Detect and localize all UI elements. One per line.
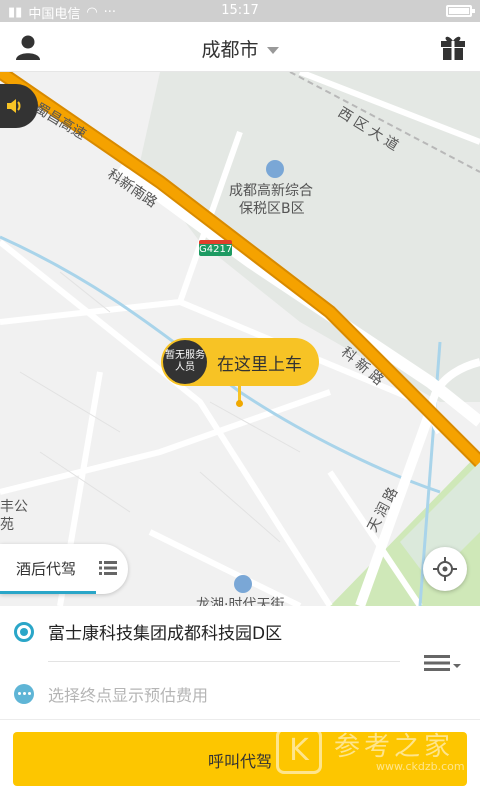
origin-dot-icon [14, 622, 34, 642]
pin-icon [236, 386, 243, 407]
list-icon [99, 561, 117, 575]
poi-label-bonded: 成都高新综合 [229, 183, 313, 199]
crosshair-icon [433, 557, 457, 581]
watermark-url: www.ckdzb.com [376, 760, 465, 773]
divider [0, 719, 480, 720]
city-selector[interactable]: 成都市 [0, 35, 480, 62]
destination-dot-icon [14, 684, 34, 704]
battery-icon [446, 5, 475, 17]
highway-shield: G4217 [199, 240, 232, 256]
poi-label-bonded-2: 保税区B区 [239, 201, 305, 217]
poi-label-longhu: 龙湖·时代天街 [196, 597, 285, 606]
speaker-icon [7, 99, 21, 113]
gift-icon[interactable] [440, 33, 466, 61]
shopping-icon [234, 575, 252, 593]
status-bar: ▮▮ 中国电信 ◠ ··· 15:17 [0, 0, 480, 22]
poi-label-garden-2: 苑 [0, 517, 14, 533]
pickup-status-badge: 暂无服务人员 [163, 340, 207, 384]
menu-icon[interactable] [424, 654, 464, 672]
status-time: 15:17 [221, 3, 259, 18]
service-mode-underline [0, 591, 96, 594]
dropdown-caret-icon [266, 47, 279, 54]
divider [48, 661, 400, 662]
origin-address[interactable]: 富士康科技集团成都科技园D区 [48, 619, 282, 644]
watermark: K 参考之家 www.ckdzb.com [276, 724, 476, 778]
service-mode-label: 酒后代驾 [16, 560, 77, 578]
locate-button[interactable] [423, 547, 467, 591]
poi-label-garden-1: 丰公 [0, 499, 28, 515]
city-name: 成都市 [201, 39, 259, 61]
pickup-marker[interactable]: 暂无服务人员 在这里上车 [161, 338, 319, 407]
watermark-text: 参考之家 [334, 732, 455, 762]
pickup-label: 在这里上车 [217, 355, 302, 375]
destination-input[interactable]: 选择终点显示预估费用 [48, 682, 208, 706]
watermark-logo: K [276, 728, 322, 774]
top-bar: 成都市 [0, 22, 480, 72]
bank-icon [266, 160, 284, 178]
service-mode-selector[interactable]: 酒后代驾 [0, 544, 128, 594]
map-view[interactable]: 蜀昌高速 科新南路 西区大道 成都高新综合 保税区B区 G4217 科新路 天润… [0, 72, 480, 606]
